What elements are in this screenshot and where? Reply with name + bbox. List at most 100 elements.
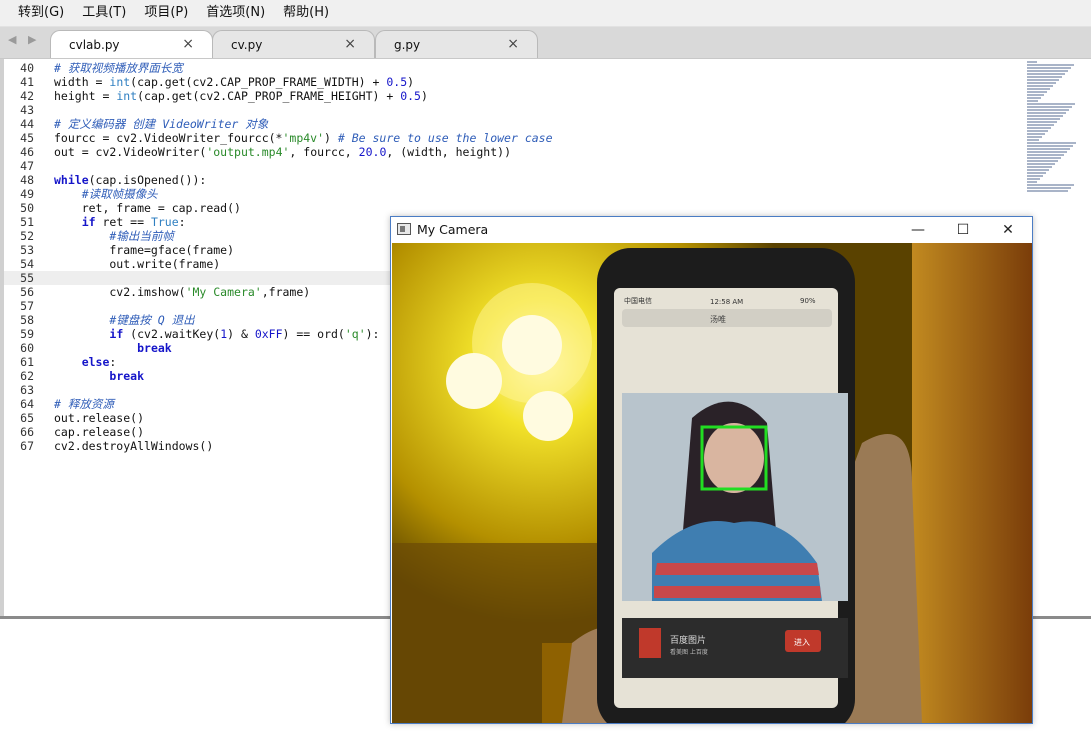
phone-search-text: 汤唯 <box>710 314 726 324</box>
minimap-line <box>1027 184 1074 186</box>
code-token: break <box>109 369 145 383</box>
code-text: fourcc = cv2.VideoWriter_fourcc(*'mp4v')… <box>54 131 553 145</box>
code-token: # Be sure to use the lower case <box>337 131 553 145</box>
lamp-bulb <box>502 315 562 375</box>
menu-item[interactable]: 工具(T) <box>82 0 126 26</box>
maximize-icon[interactable]: ☐ <box>948 220 978 240</box>
line-number: 50 <box>20 201 34 215</box>
minimap-line <box>1027 64 1074 66</box>
camera-title-bar[interactable]: My Camera — ☐ ✕ <box>391 217 1032 243</box>
line-number: 40 <box>20 61 34 75</box>
code-token: frame=gface(frame) <box>54 243 235 257</box>
tab-close-icon[interactable]: × <box>507 36 519 52</box>
code-token: out.write(frame) <box>54 257 221 271</box>
tab-cv[interactable]: cv.py × <box>212 30 375 58</box>
code-text: cap.release() <box>54 425 144 439</box>
code-token: 0xFF <box>254 327 283 341</box>
minimap-line <box>1027 112 1066 114</box>
code-text: # 定义编码器 创建 VideoWriter 对象 <box>54 117 268 131</box>
minimap-line <box>1027 118 1060 120</box>
code-token: ) & <box>227 327 255 341</box>
line-number: 66 <box>20 425 34 439</box>
menu-item[interactable]: 转到(G) <box>18 0 64 26</box>
tab-nav-arrows-icon[interactable]: ◀ ▶ <box>8 33 40 46</box>
minimap-line <box>1027 109 1069 111</box>
code-token: ret, frame = cap.read() <box>54 201 241 215</box>
phone-time: 12:58 AM <box>710 298 743 306</box>
tab-label: cvlab.py <box>69 38 120 52</box>
minimap-line <box>1027 106 1072 108</box>
tab-close-icon[interactable]: × <box>344 36 356 52</box>
line-number: 49 <box>20 187 34 201</box>
minimap-line <box>1027 124 1054 126</box>
code-token: 0.5 <box>400 89 421 103</box>
code-text: out.release() <box>54 411 144 425</box>
minimap-line <box>1027 157 1061 159</box>
code-line[interactable]: 40 # 获取视频播放界面长宽 <box>4 61 1024 75</box>
code-token: height = <box>54 89 117 103</box>
code-token: 'q' <box>344 327 366 341</box>
code-line[interactable]: 49 #读取帧摄像头 <box>4 187 1024 201</box>
code-line[interactable]: 43 <box>4 103 1024 117</box>
code-line[interactable]: 46 out = cv2.VideoWriter('output.mp4', fo… <box>4 145 1024 159</box>
close-icon[interactable]: ✕ <box>993 220 1023 240</box>
line-number: 55 <box>20 271 34 285</box>
code-line[interactable]: 50 ret, frame = cap.read() <box>4 201 1024 215</box>
code-line[interactable]: 45 fourcc = cv2.VideoWriter_fourcc(*'mp4v… <box>4 131 1024 145</box>
phone-carrier: 中国电信 <box>624 296 652 305</box>
line-number: 42 <box>20 89 34 103</box>
phone-battery: 90% <box>800 297 816 305</box>
minimap-line <box>1027 76 1062 78</box>
code-text: cv2.destroyAllWindows() <box>54 439 213 453</box>
code-token: cv2.destroyAllWindows() <box>54 439 214 453</box>
code-token: cap.release() <box>54 425 145 439</box>
code-line[interactable]: 42 height = int(cap.get(cv2.CAP_PROP_FRAM… <box>4 89 1024 103</box>
minimap-line <box>1027 169 1049 171</box>
code-text: if (cv2.waitKey(1) & 0xFF) == ord('q'): <box>54 327 379 341</box>
line-number: 60 <box>20 341 34 355</box>
lamp-bulb <box>446 353 502 409</box>
camera-window[interactable]: My Camera — ☐ ✕ 中国电信 12:58 AM 90% 汤唯 百度图… <box>390 216 1033 724</box>
minimap[interactable] <box>1027 61 1077 201</box>
code-text: out = cv2.VideoWriter('output.mp4', four… <box>54 145 511 159</box>
line-number: 53 <box>20 243 34 257</box>
code-text: #读取帧摄像头 <box>54 187 158 201</box>
menu-item[interactable]: 首选项(N) <box>206 0 265 26</box>
tab-g[interactable]: g.py × <box>375 30 538 58</box>
phone-ad-subtitle: 看美图 上百度 <box>670 648 708 656</box>
code-token: 20.0 <box>358 145 387 159</box>
code-token: break <box>137 341 172 355</box>
minimap-line <box>1027 181 1037 183</box>
line-number: 52 <box>20 229 34 243</box>
menu-item[interactable]: 项目(P) <box>144 0 188 26</box>
code-line[interactable]: 44 # 定义编码器 创建 VideoWriter 对象 <box>4 117 1024 131</box>
tab-close-icon[interactable]: × <box>182 36 194 52</box>
code-line[interactable]: 41 width = int(cap.get(cv2.CAP_PROP_FRAME… <box>4 75 1024 89</box>
minimap-line <box>1027 88 1050 90</box>
code-token: , fourcc, <box>289 145 359 159</box>
minimap-line <box>1027 175 1043 177</box>
code-token: ,frame) <box>261 285 311 299</box>
minimize-icon[interactable]: — <box>903 220 933 240</box>
camera-window-title: My Camera <box>417 222 489 237</box>
code-line[interactable]: 48 while(cap.isOpened()): <box>4 173 1024 187</box>
code-token: #键盘按 Q 退出 <box>109 313 195 327</box>
code-token: 'My Camera' <box>185 285 262 299</box>
tab-label: cv.py <box>231 38 263 52</box>
code-text: if ret == True: <box>54 215 186 229</box>
menu-item[interactable]: 帮助(H) <box>283 0 329 26</box>
phone-ad-title: 百度图片 <box>670 634 706 646</box>
minimap-line <box>1027 154 1064 156</box>
code-token: #读取帧摄像头 <box>81 187 158 201</box>
tab-cvlab[interactable]: cvlab.py × <box>50 30 213 58</box>
minimap-line <box>1027 139 1039 141</box>
code-token: # 定义编码器 创建 VideoWriter 对象 <box>54 117 269 131</box>
code-token: int <box>116 89 138 103</box>
code-line[interactable]: 47 <box>4 159 1024 173</box>
code-token: width = <box>54 75 110 89</box>
minimap-line <box>1027 70 1068 72</box>
code-token: : <box>178 215 186 229</box>
